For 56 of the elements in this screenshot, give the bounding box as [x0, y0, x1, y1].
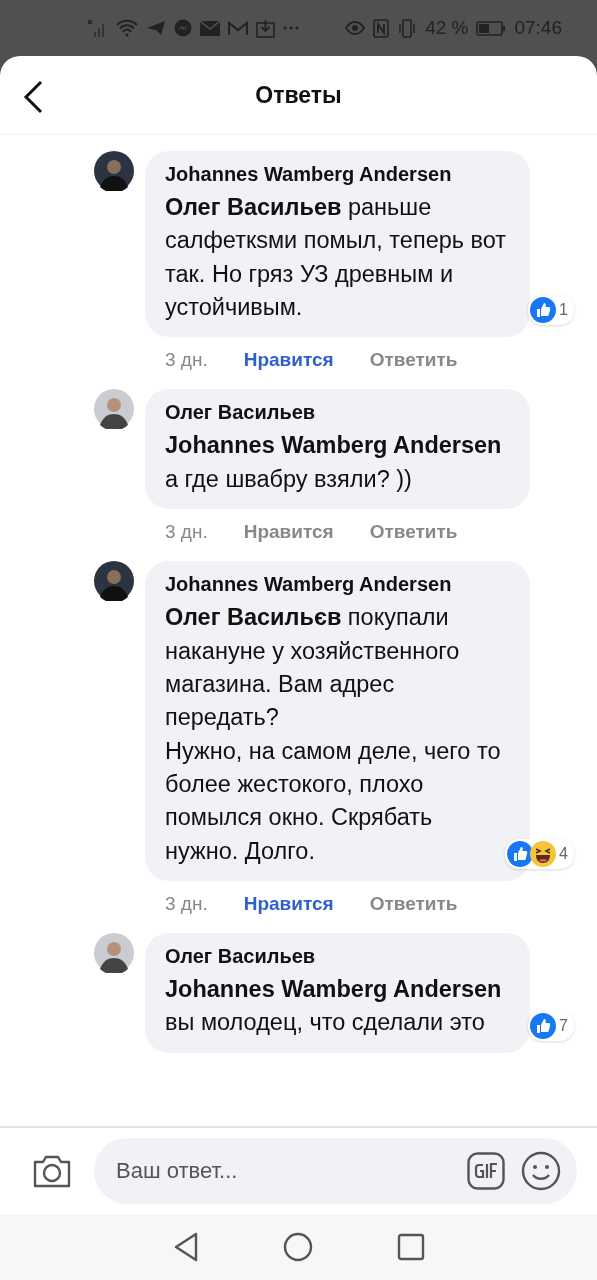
avatar-icon: [94, 151, 134, 191]
send-icon: [146, 20, 166, 36]
like-icon: [530, 1012, 557, 1039]
back-chevron-icon: [22, 80, 44, 114]
reply-input-field[interactable]: Ваш ответ...: [114, 1157, 451, 1185]
comment-time: 3 дн.: [165, 521, 208, 544]
reaction-badge[interactable]: 7: [528, 1010, 574, 1041]
like-link[interactable]: Нравится: [243, 349, 334, 372]
avatar-icon: [94, 389, 134, 430]
reply-link[interactable]: Ответить: [369, 893, 458, 916]
laughing-emoji-icon: [530, 841, 557, 868]
more-icon: [283, 26, 299, 30]
triangle-icon: [172, 1232, 199, 1262]
square-icon: [396, 1233, 425, 1261]
comment-author: Johannes Wamberg Andersen: [165, 573, 453, 597]
smiley-icon: [521, 1151, 561, 1191]
download-icon: [256, 18, 275, 38]
nav-home-button[interactable]: [282, 1232, 313, 1262]
nfc-icon: [373, 18, 390, 38]
circle-icon: [282, 1232, 313, 1262]
reply-link[interactable]: Ответить: [369, 521, 458, 544]
comment-text: Johannes Wamberg Andersen вы молодец, что сделали это: [165, 975, 503, 1038]
avatar-icon: [94, 561, 134, 602]
wifi-icon: [116, 19, 138, 37]
mail-icon: [200, 20, 220, 36]
comment-text: Johannes Wamberg Andersen а где швабру взяли? )): [165, 431, 503, 494]
like-link[interactable]: Нравится: [243, 521, 334, 544]
gif-icon: [467, 1152, 505, 1190]
vibrate-icon: [397, 18, 418, 38]
comment-text: Олег Васильев раньше салфеткѕми помыл, теперь вот так. Но гряз УЗ древным и устойчивым.: [165, 193, 508, 323]
reaction-badge[interactable]: 1: [528, 295, 574, 326]
avatar-icon: [94, 933, 134, 974]
chat-bubble-icon: [174, 19, 192, 37]
camera-button[interactable]: [32, 1154, 72, 1188]
comment-time: 3 дн.: [165, 893, 208, 916]
camera-icon: [32, 1154, 72, 1188]
comment-author: Олег Васильев: [165, 945, 317, 969]
eye-icon: [345, 21, 366, 35]
like-icon: [507, 841, 534, 868]
reaction-count: 1: [559, 301, 568, 320]
comment-author: Johannes Wamberg Andersen: [165, 163, 453, 186]
battery-icon: [476, 20, 507, 36]
reaction-badge[interactable]: 4: [505, 839, 574, 870]
comment-time: 3 дн.: [165, 349, 208, 372]
page-title: Ответы: [255, 81, 342, 109]
envelope-outline-icon: [228, 20, 248, 36]
reply-field[interactable]: Ваш ответ...: [94, 1138, 577, 1204]
reaction-count: 4: [559, 845, 568, 864]
nav-recents-button[interactable]: [396, 1233, 425, 1261]
reply-link[interactable]: Ответить: [369, 349, 458, 372]
nav-back-button[interactable]: [172, 1232, 199, 1262]
like-icon: [530, 297, 557, 324]
like-link[interactable]: Нравится: [243, 893, 334, 916]
comment-author: Олег Васильев: [165, 401, 317, 425]
reaction-count: 7: [559, 1016, 568, 1035]
comment-text: Олег Васильєв покупали накануне у хозяйственного магазина. Вам адрес передать? Нужно, на самом деле, чего то более жестокого, плохо помылся окно. Скрябать нужно. Долго.: [165, 603, 502, 866]
